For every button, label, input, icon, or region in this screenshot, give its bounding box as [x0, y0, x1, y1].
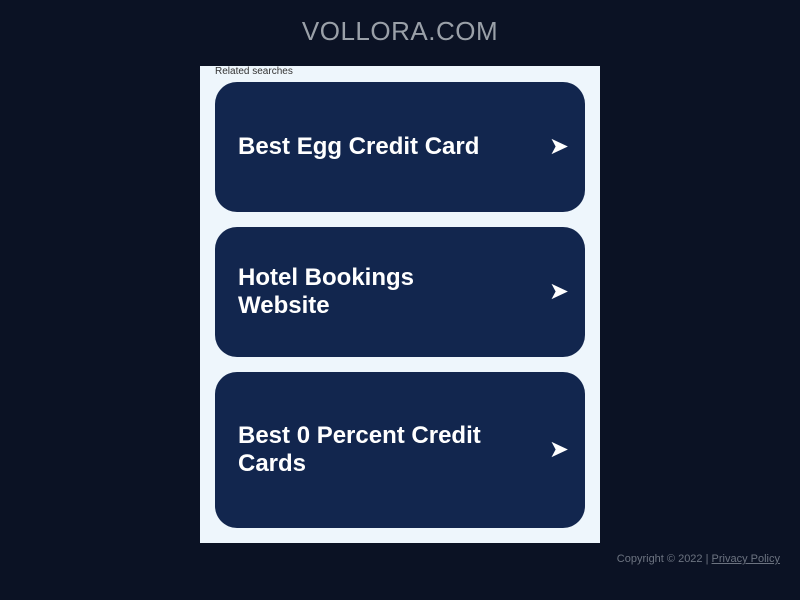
related-search-item-hotel-bookings-website[interactable]: Hotel Bookings Website ➤ — [215, 227, 585, 357]
related-searches-label: Related searches — [215, 66, 293, 77]
related-search-item-best-egg-credit-card[interactable]: Best Egg Credit Card ➤ — [215, 82, 585, 212]
site-title: VOLLORA.COM — [301, 16, 499, 46]
footer: Copyright © 2022 | Privacy Policy — [617, 553, 780, 565]
related-search-item-label: Best 0 Percent Credit Cards — [238, 422, 481, 477]
arrow-right-icon: ➤ — [548, 278, 569, 305]
related-searches-panel: Related searches Best Egg Credit Card ➤ … — [200, 66, 600, 543]
copyright-text: Copyright © 2022 | — [616, 553, 709, 565]
related-search-item-label: Best Egg Credit Card — [238, 133, 480, 160]
arrow-right-icon: ➤ — [548, 436, 569, 463]
privacy-policy-link[interactable]: Privacy Policy — [712, 553, 780, 565]
related-search-item-label: Hotel Bookings Website — [238, 264, 415, 319]
arrow-right-icon: ➤ — [548, 133, 569, 160]
related-search-item-best-0-percent-credit-cards[interactable]: Best 0 Percent Credit Cards ➤ — [215, 372, 585, 528]
